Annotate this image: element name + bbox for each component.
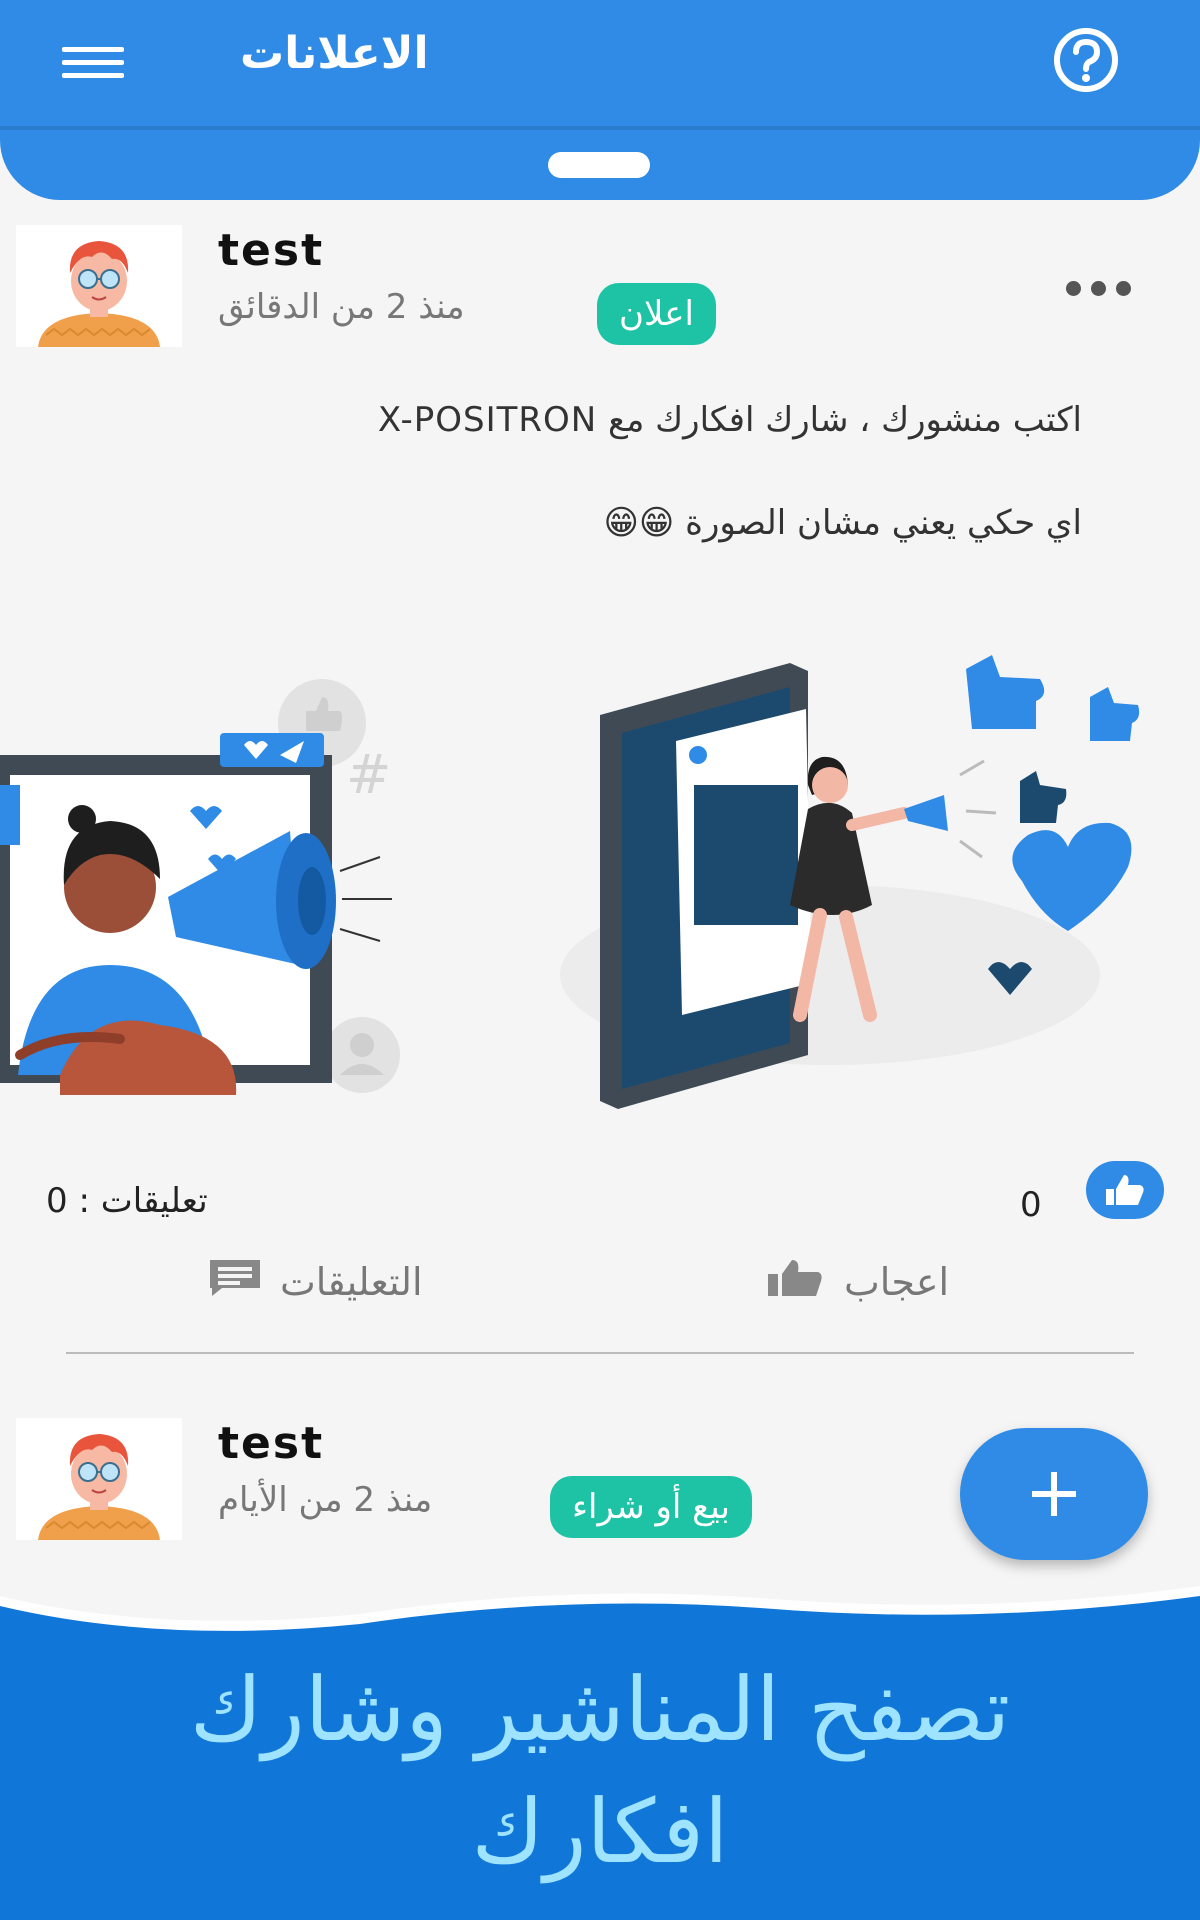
avatar[interactable] [16, 1418, 182, 1540]
author-name[interactable]: test [218, 1418, 324, 1469]
thumbs-up-icon [766, 1258, 826, 1307]
like-button[interactable]: اعجاب [766, 1247, 949, 1317]
drag-handle[interactable] [548, 152, 650, 178]
post-image[interactable]: # [0, 635, 1200, 1355]
comment-icon [208, 1258, 262, 1307]
hamburger-menu-icon[interactable] [62, 44, 124, 80]
promo-headline: تصفح المناشير وشارك [189, 1658, 1011, 1761]
author-name[interactable]: test [218, 225, 324, 276]
help-circle-icon[interactable] [1044, 28, 1128, 92]
svg-text:#: # [346, 743, 391, 806]
app-bar: الاعلانات [0, 0, 1200, 200]
comment-label: التعليقات [280, 1260, 423, 1304]
more-options-icon[interactable] [1064, 275, 1134, 299]
category-badge: اعلان [597, 283, 716, 345]
add-post-button[interactable] [960, 1428, 1148, 1560]
post-card: test منذ 2 من الدقائق اعلان اكتب منشورك … [0, 215, 1200, 1355]
promo-headline: افكارك [471, 1780, 729, 1883]
app-bar-divider [0, 126, 1200, 130]
comments-count[interactable]: تعليقات : 0 [46, 1181, 208, 1221]
post-divider [66, 1352, 1134, 1354]
like-label: اعجاب [844, 1260, 950, 1304]
like-count-icon [1086, 1161, 1164, 1219]
avatar[interactable] [16, 225, 182, 347]
comment-button[interactable]: التعليقات [208, 1247, 423, 1317]
post-text-line: اي حكي يعني مشان الصورة 😁😁 [603, 503, 1082, 543]
page-title: الاعلانات [240, 28, 429, 79]
post-text-line: اكتب منشورك ، شارك افكارك مع X-POSITRON [377, 400, 1082, 440]
post-time: منذ 2 من الدقائق [218, 287, 465, 327]
category-badge: بيع أو شراء [550, 1476, 752, 1538]
likes-count: 0 [1020, 1185, 1042, 1225]
post-time: منذ 2 من الأيام [218, 1480, 433, 1520]
